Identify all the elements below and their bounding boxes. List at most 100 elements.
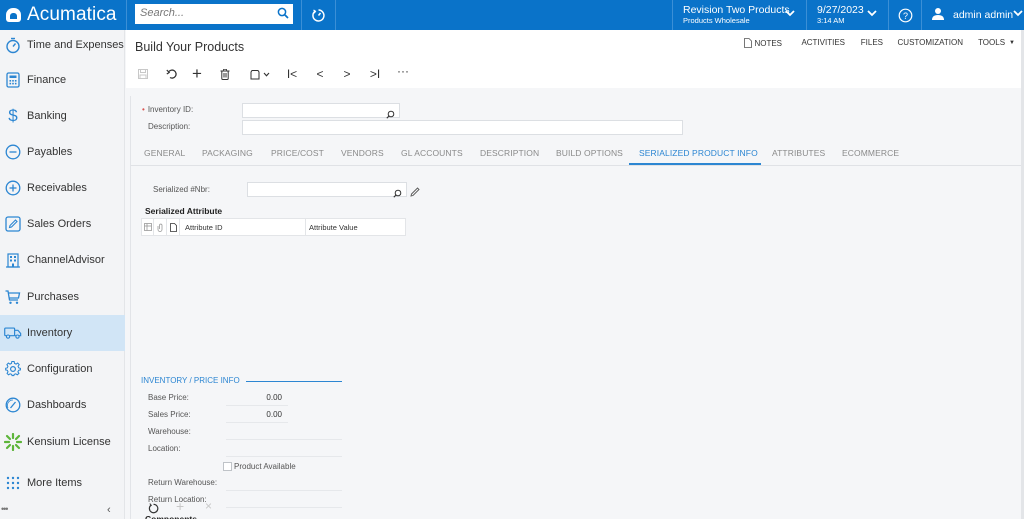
inventory-id-label: • Inventory ID: <box>142 105 194 114</box>
sidebar: Time and Expenses Finance $ Banking Paya… <box>0 30 125 519</box>
sidebar-item-kensium-license[interactable]: Kensium License <box>0 424 125 460</box>
dollar-icon: $ <box>8 106 18 125</box>
add-button[interactable]: + <box>190 64 204 83</box>
tab-gl-accounts[interactable]: GL ACCOUNTS <box>401 148 463 158</box>
sidebar-item-label: Kensium License <box>27 436 111 448</box>
svg-text:?: ? <box>903 11 908 21</box>
sales-price-label: Sales Price: <box>148 410 191 419</box>
more-actions-button[interactable]: ··· <box>395 62 411 80</box>
description-label: Description: <box>148 122 191 131</box>
previous-record-button[interactable]: < <box>313 65 327 83</box>
serialized-attribute-title: Serialized Attribute <box>145 206 223 216</box>
company-branch-selector[interactable]: Revision Two Products Products Wholesale <box>673 0 806 30</box>
page-header: Build Your Products NOTES ACTIVITIES FIL… <box>126 30 1024 60</box>
serialized-product-info-panel: Serialized #Nbr: Serialized Attribute At… <box>130 166 1024 519</box>
sidebar-item-label: Receivables <box>27 182 87 194</box>
delete-button[interactable] <box>218 65 232 83</box>
column-header-attribute-id[interactable]: Attribute ID <box>180 219 306 235</box>
copy-paste-button[interactable] <box>246 65 274 83</box>
sidebar-item-payables[interactable]: Payables <box>0 134 125 170</box>
tools-menu[interactable]: TOOLS ▼ <box>978 38 1015 48</box>
notes-link[interactable]: NOTES <box>744 38 782 48</box>
save-icon <box>138 69 148 79</box>
divider <box>126 0 127 30</box>
refresh-button[interactable] <box>148 501 159 519</box>
serialized-attribute-grid-header: Attribute ID Attribute Value <box>141 218 406 236</box>
sidebar-item-configuration[interactable]: Configuration <box>0 351 125 387</box>
required-marker: • <box>142 105 145 114</box>
user-icon <box>932 8 944 20</box>
top-bar: Acumatica Search... Revision Two Product… <box>0 0 1024 30</box>
collapse-sidebar-icon[interactable]: ‹ <box>107 504 111 516</box>
add-component-button[interactable]: + <box>176 498 184 514</box>
first-record-button[interactable]: I< <box>285 65 299 83</box>
cart-icon <box>4 288 22 306</box>
delete-component-button[interactable]: × <box>205 499 212 513</box>
sidebar-item-inventory[interactable]: Inventory <box>0 315 125 351</box>
last-record-button[interactable]: >I <box>368 65 382 83</box>
field-underline <box>226 439 342 440</box>
stopwatch-icon <box>4 36 22 54</box>
undo-button[interactable] <box>164 65 178 83</box>
history-button[interactable] <box>302 0 334 30</box>
field-underline <box>226 456 342 457</box>
serialized-nbr-input[interactable] <box>247 182 407 198</box>
search-icon[interactable] <box>277 6 289 24</box>
sidebar-footer: ••• ‹ <box>0 503 125 519</box>
caret-down-icon: ▼ <box>1009 40 1015 46</box>
tab-ecommerce[interactable]: ECOMMERCE <box>842 148 899 158</box>
kensium-logo-icon <box>4 433 22 451</box>
serialized-nbr-label: Serialized #Nbr: <box>153 185 210 194</box>
field-underline <box>226 490 342 491</box>
sidebar-item-receivables[interactable]: Receivables <box>0 170 125 206</box>
chevron-down-icon <box>1013 10 1023 17</box>
edit-pencil-icon[interactable] <box>410 184 420 202</box>
product-available-checkbox[interactable] <box>223 462 232 471</box>
inventory-id-input[interactable] <box>242 103 400 119</box>
more-dots-icon[interactable]: ••• <box>1 504 9 514</box>
sidebar-item-more-items[interactable]: More Items <box>0 465 125 501</box>
group-divider <box>246 381 342 382</box>
sidebar-item-label: Banking <box>27 110 67 122</box>
user-menu[interactable]: admin admin <box>922 0 1024 30</box>
sidebar-item-finance[interactable]: Finance <box>0 62 125 98</box>
gear-icon <box>4 360 22 378</box>
sidebar-item-time-and-expenses[interactable]: Time and Expenses <box>0 27 125 63</box>
sidebar-item-banking[interactable]: $ Banking <box>0 98 125 134</box>
sidebar-item-purchases[interactable]: Purchases <box>0 279 125 315</box>
tab-packaging[interactable]: PACKAGING <box>202 148 253 158</box>
activities-link[interactable]: ACTIVITIES <box>801 38 845 47</box>
next-record-button[interactable]: > <box>340 65 354 83</box>
product-available-label: Product Available <box>234 462 296 471</box>
grid-dots-icon <box>4 474 22 492</box>
sidebar-item-dashboards[interactable]: Dashboards <box>0 387 125 423</box>
lookup-icon[interactable] <box>393 185 402 203</box>
tab-serialized-product-info[interactable]: SERIALIZED PRODUCT INFO <box>639 148 758 158</box>
tab-description[interactable]: DESCRIPTION <box>480 148 539 158</box>
chevron-right-icon: > <box>343 67 351 81</box>
files-link[interactable]: FILES <box>861 38 883 47</box>
help-button[interactable]: ? <box>889 0 922 30</box>
description-input[interactable] <box>242 120 683 135</box>
tab-general[interactable]: GENERAL <box>144 148 185 158</box>
sidebar-item-sales-orders[interactable]: Sales Orders <box>0 206 125 242</box>
note-icon <box>167 219 180 235</box>
plus-icon: + <box>176 498 185 514</box>
sidebar-item-label: Configuration <box>27 363 93 375</box>
tab-attributes[interactable]: ATTRIBUTES <box>772 148 825 158</box>
acumatica-logo[interactable]: Acumatica <box>6 4 117 26</box>
customization-link[interactable]: CUSTOMIZATION <box>898 38 963 47</box>
global-search-input[interactable]: Search... <box>135 4 293 24</box>
search-placeholder: Search... <box>140 7 185 19</box>
business-date-selector[interactable]: 9/27/2023 3:14 AM <box>807 0 889 30</box>
column-header-attribute-value[interactable]: Attribute Value <box>306 219 406 235</box>
tab-build-options[interactable]: BUILD OPTIONS <box>556 148 623 158</box>
save-button[interactable] <box>136 65 150 83</box>
active-tab-indicator <box>629 163 761 165</box>
grid-settings-icon[interactable] <box>142 219 154 235</box>
tab-vendors[interactable]: VENDORS <box>341 148 384 158</box>
field-underline <box>226 507 342 508</box>
tab-price-cost[interactable]: PRICE/COST <box>271 148 324 158</box>
sidebar-item-channeladvisor[interactable]: ChannelAdvisor <box>0 242 125 278</box>
pencil-square-icon <box>4 215 22 233</box>
